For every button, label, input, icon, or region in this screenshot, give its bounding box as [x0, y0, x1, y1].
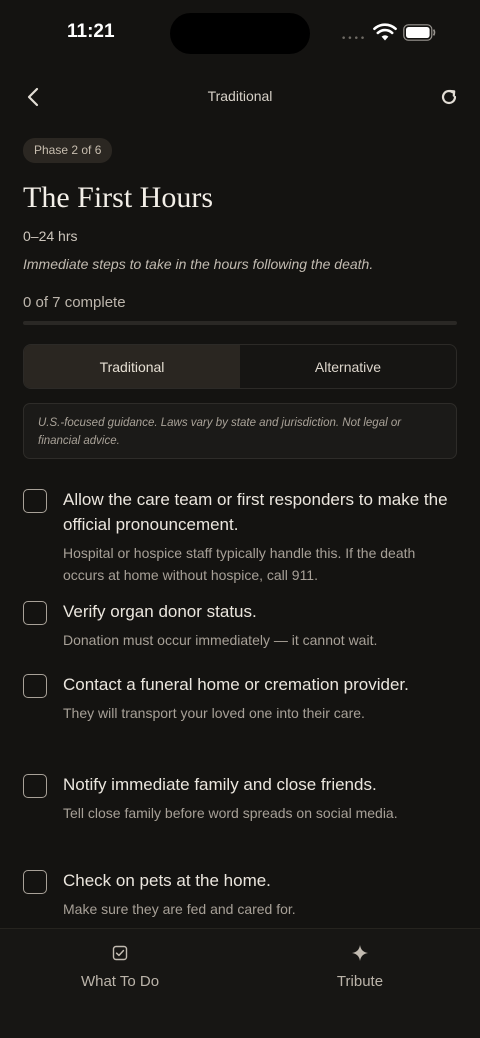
checklist-item-title: Verify organ donor status. — [63, 602, 257, 621]
disclaimer-note: U.S.-focused guidance. Laws vary by stat… — [23, 403, 457, 459]
checkbox[interactable] — [23, 774, 47, 798]
refresh-button[interactable] — [434, 82, 464, 112]
tab-label: Tribute — [336, 973, 384, 990]
tab-what-to-do[interactable]: What To Do — [0, 929, 240, 1009]
phase-time-range: 0–24 hrs — [23, 228, 78, 244]
tab-label: What To Do — [80, 973, 160, 990]
page-title: The First Hours — [23, 181, 213, 214]
checklist-item[interactable]: Notify immediate family and close friend… — [23, 774, 457, 870]
checkbox[interactable] — [23, 870, 47, 894]
checklist-item-detail: Hospital or hospice staff typically hand… — [63, 545, 416, 583]
mode-segmented-control: Traditional Alternative — [23, 344, 457, 389]
tab-tribute[interactable]: Tribute — [240, 929, 480, 1009]
wifi-icon — [373, 23, 397, 41]
dynamic-island — [170, 13, 310, 54]
checklist-item-title: Check on pets at the home. — [63, 871, 271, 890]
sparkle-icon — [350, 943, 370, 963]
checklist-item[interactable]: Check on pets at the home. Make sure the… — [23, 870, 457, 930]
checklist-item-title: Allow the care team or first responders … — [63, 490, 448, 534]
status-bar: 11:21 •••• — [0, 0, 480, 66]
checklist-item-detail: Tell close family before word spreads on… — [63, 805, 398, 821]
phase-content: Phase 2 of 6 The First Hours 0–24 hrs Im… — [23, 138, 457, 930]
segment-alternative[interactable]: Alternative — [240, 345, 456, 388]
bottom-tab-bar: What To Do Tribute — [0, 928, 480, 1038]
checkbox[interactable] — [23, 674, 47, 698]
checklist-item-title: Contact a funeral home or cremation prov… — [63, 675, 409, 694]
refresh-icon — [441, 89, 457, 105]
phase-description: Immediate steps to take in the hours fol… — [23, 256, 374, 272]
status-time: 11:21 — [67, 21, 115, 42]
battery-icon — [403, 24, 436, 41]
checklist-item-detail: They will transport your loved one into … — [63, 705, 365, 721]
nav-title: Traditional — [207, 88, 273, 104]
checklist: Allow the care team or first responders … — [23, 489, 457, 930]
checklist-item-detail: Make sure they are fed and cared for. — [63, 901, 296, 917]
phase-badge: Phase 2 of 6 — [23, 138, 113, 163]
checklist-item-detail: Donation must occur immediately — it can… — [63, 632, 378, 648]
progress-bar — [23, 321, 457, 325]
navigation-bar: Traditional — [0, 74, 480, 120]
checklist-item[interactable]: Verify organ donor status. Donation must… — [23, 601, 457, 674]
segment-traditional[interactable]: Traditional — [24, 345, 240, 388]
progress-label: 0 of 7 complete — [23, 294, 126, 311]
checklist-item[interactable]: Allow the care team or first responders … — [23, 489, 457, 601]
checkbox-icon — [110, 943, 130, 963]
checklist-item-title: Notify immediate family and close friend… — [63, 775, 377, 794]
checkbox[interactable] — [23, 601, 47, 625]
cellular-signal-icon: •••• — [341, 34, 367, 44]
checkbox[interactable] — [23, 489, 47, 513]
checklist-item[interactable]: Contact a funeral home or cremation prov… — [23, 674, 457, 774]
